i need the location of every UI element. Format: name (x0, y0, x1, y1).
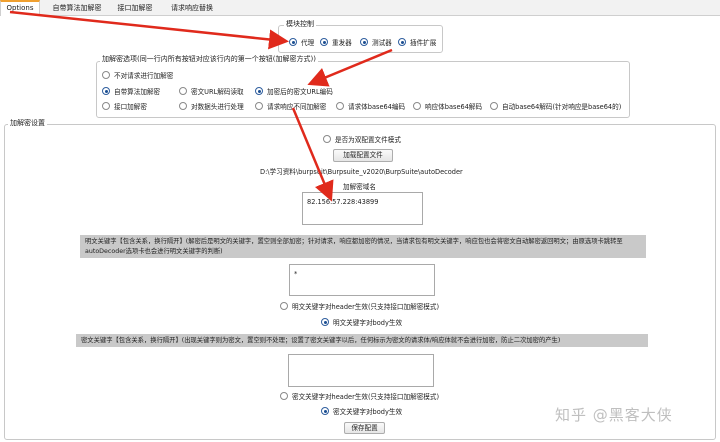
radio-intruder-dot (360, 38, 368, 46)
domain-input[interactable]: 82.156.57.228:43899 (302, 192, 423, 225)
radio-resp-base64-decode[interactable]: 响应体base64解码 (413, 101, 482, 111)
radio-builtin-crypto-dot (102, 87, 110, 95)
domain-label: 加解密域名 (343, 183, 376, 191)
radio-dual-config-dot (323, 135, 331, 143)
radio-req-base64-encode[interactable]: 请求体base64编码 (336, 101, 405, 111)
radio-builtin-crypto[interactable]: 自带算法加解密 (102, 86, 160, 96)
radio-proxy[interactable]: 代理 (289, 37, 314, 47)
config-path: D:\学习资料\burpsuit\Burpsuite_v2020\BurpSui… (260, 168, 463, 176)
radio-cipher-header[interactable]: 密文关键字对header生效(只支持接口加解密模式) (280, 391, 439, 401)
radio-cipher-url-encode[interactable]: 加密后的密文URL编码 (255, 86, 333, 96)
radio-no-decrypt-label: 不对请求进行加解密 (114, 72, 174, 80)
radio-auto-base64-decode-dot (490, 102, 498, 110)
radio-extender-dot (398, 38, 406, 46)
radio-cipher-header-dot (280, 392, 288, 400)
radio-auto-base64-decode[interactable]: 自动base64解码(针对响应是base64的) (490, 101, 621, 111)
radio-no-decrypt[interactable]: 不对请求进行加解密 (102, 70, 173, 80)
radio-plain-body[interactable]: 明文关键字对body生效 (321, 317, 402, 327)
plain-keyword-note: 明文关键字【包含关系，换行隔开】(解密后是明文的关键字，置空则全部加密；针对请求… (80, 235, 646, 258)
tab-request-response-replace[interactable]: 请求响应替换 (162, 0, 222, 16)
radio-resp-base64-decode-label: 响应体base64解码 (425, 103, 483, 111)
radio-cipher-body[interactable]: 密文关键字对body生效 (321, 406, 402, 416)
radio-header-process-label: 对数据头进行处理 (191, 103, 244, 111)
radio-builtin-crypto-label: 自带算法加解密 (114, 88, 161, 96)
radio-req-base64-encode-dot (336, 102, 344, 110)
radio-intruder-label: 测试器 (372, 39, 392, 47)
cipher-keyword-note: 密文关键字【包含关系，换行隔开】(出现关键字则为密文，置空则不处理；设置了密文关… (76, 334, 648, 347)
radio-cipher-body-dot (321, 407, 329, 415)
radio-proxy-dot (289, 38, 297, 46)
radio-req-resp-different-dot (255, 102, 263, 110)
radio-cipher-url-decode[interactable]: 密文URL解码读取 (179, 86, 244, 96)
radio-header-process-dot (179, 102, 187, 110)
settings-title: 加解密设置 (8, 119, 47, 128)
radio-dual-config[interactable]: 是否为双配置文件模式 (323, 134, 401, 144)
module-control-title: 模块控制 (284, 20, 316, 29)
radio-extender-label: 插件扩展 (410, 39, 437, 47)
radio-repeater[interactable]: 重发器 (320, 37, 352, 47)
radio-auto-base64-decode-label: 自动base64解码(针对响应是base64的) (502, 103, 622, 111)
radio-cipher-url-encode-label: 加密后的密文URL编码 (267, 88, 333, 96)
tab-bar: Options 自带算法加解密 接口加解密 请求响应替换 (0, 0, 720, 16)
radio-no-decrypt-dot (102, 71, 110, 79)
radio-api-crypto-label: 接口加解密 (114, 103, 147, 111)
load-config-button[interactable]: 加载配置文件 (333, 149, 393, 162)
plain-keyword-input[interactable]: * (289, 264, 435, 296)
radio-plain-body-label: 明文关键字对body生效 (333, 319, 403, 327)
tab-builtin-crypto[interactable]: 自带算法加解密 (46, 0, 108, 16)
radio-req-resp-different[interactable]: 请求响应不同加解密 (255, 101, 326, 111)
radio-req-resp-different-label: 请求响应不同加解密 (267, 103, 327, 111)
cipher-keyword-input[interactable] (288, 354, 434, 387)
radio-api-crypto[interactable]: 接口加解密 (102, 101, 147, 111)
radio-extender[interactable]: 插件扩展 (398, 37, 436, 47)
tab-api-crypto[interactable]: 接口加解密 (112, 0, 158, 16)
radio-plain-header-label: 明文关键字对header生效(只支持接口加解密模式) (292, 303, 440, 311)
decrypt-options-title: 加解密选项(同一行内所有按钮对应该行内的第一个按钮(加解密方式)) (100, 55, 318, 64)
tab-options[interactable]: Options (0, 0, 40, 16)
radio-cipher-url-decode-dot (179, 87, 187, 95)
watermark-text: 知乎 @黑客大侠 (555, 406, 673, 424)
radio-plain-header-dot (280, 302, 288, 310)
radio-cipher-url-decode-label: 密文URL解码读取 (191, 88, 244, 96)
radio-plain-body-dot (321, 318, 329, 326)
arrow-to-module-control (9, 10, 289, 50)
radio-cipher-header-label: 密文关键字对header生效(只支持接口加解密模式) (292, 393, 440, 401)
radio-intruder[interactable]: 测试器 (360, 37, 392, 47)
radio-cipher-body-label: 密文关键字对body生效 (333, 408, 403, 416)
radio-cipher-url-encode-dot (255, 87, 263, 95)
radio-repeater-label: 重发器 (332, 39, 352, 47)
radio-repeater-dot (320, 38, 328, 46)
radio-proxy-label: 代理 (301, 39, 315, 47)
radio-req-base64-encode-label: 请求体base64编码 (348, 103, 406, 111)
radio-header-process[interactable]: 对数据头进行处理 (179, 101, 244, 111)
radio-plain-header[interactable]: 明文关键字对header生效(只支持接口加解密模式) (280, 301, 439, 311)
radio-api-crypto-dot (102, 102, 110, 110)
radio-resp-base64-decode-dot (413, 102, 421, 110)
radio-dual-config-label: 是否为双配置文件模式 (335, 136, 401, 144)
save-config-button[interactable]: 保存配置 (344, 422, 385, 434)
